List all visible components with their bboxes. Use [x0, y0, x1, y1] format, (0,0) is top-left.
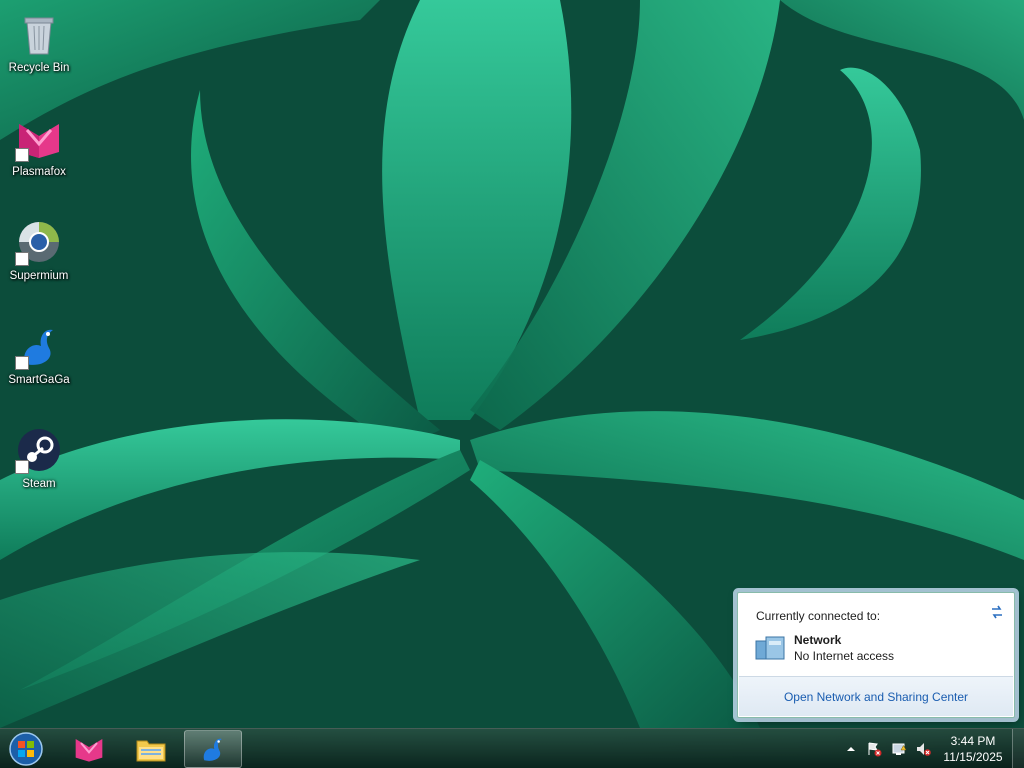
desktop-icon-recycle-bin[interactable]: Recycle Bin: [0, 4, 78, 100]
steam-icon: [15, 426, 63, 474]
network-status: No Internet access: [794, 649, 895, 663]
recycle-bin-icon: [15, 10, 63, 58]
system-clock[interactable]: 3:44 PM 11/15/2025: [933, 733, 1013, 765]
network-flyout: Currently connected to: Network No Inter…: [737, 592, 1015, 718]
file-explorer-icon: [136, 740, 166, 762]
supermium-icon: [15, 218, 63, 266]
network-icon[interactable]: [891, 741, 907, 757]
start-orb-icon: [9, 732, 43, 766]
plasmafox-icon: [75, 739, 103, 762]
desktop-icon-label: Recycle Bin: [8, 62, 70, 74]
clock-time: 3:44 PM: [950, 734, 996, 748]
open-network-sharing-center-link[interactable]: Open Network and Sharing Center: [784, 690, 968, 704]
taskbar-file-explorer[interactable]: [122, 730, 180, 768]
flyout-footer: Open Network and Sharing Center: [739, 676, 1013, 716]
desktop-icon-plasmafox[interactable]: Plasmafox: [0, 108, 78, 204]
start-button[interactable]: [7, 731, 45, 767]
desktop-icon-supermium[interactable]: Supermium: [0, 212, 78, 308]
desktop-icon-label: Steam: [22, 478, 56, 490]
taskbar-smartgaga[interactable]: [184, 730, 242, 768]
refresh-icon[interactable]: [988, 603, 1006, 621]
chevron-up-icon[interactable]: [843, 741, 859, 757]
taskbar: 3:44 PM 11/15/2025: [0, 728, 1024, 768]
smartgaga-icon: [203, 738, 222, 761]
desktop-icon-steam[interactable]: Steam: [0, 420, 78, 516]
desktop-icon-label: Plasmafox: [12, 166, 66, 178]
desktop-icon-label: SmartGaGa: [8, 374, 70, 386]
plasmafox-icon: [15, 114, 63, 162]
shortcut-arrow-icon: [15, 460, 29, 474]
desktop-icon-smartgaga[interactable]: SmartGaGa: [0, 316, 78, 412]
desktop-icon-label: Supermium: [9, 270, 69, 282]
network-location-icon: [755, 636, 785, 660]
show-desktop-button[interactable]: [1012, 729, 1024, 768]
shortcut-arrow-icon: [15, 252, 29, 266]
volume-muted-icon[interactable]: [915, 741, 931, 757]
action-center-flag-icon[interactable]: [866, 741, 882, 757]
taskbar-plasmafox[interactable]: [60, 730, 118, 768]
connection-header: Currently connected to:: [756, 609, 881, 623]
network-name: Network: [794, 633, 842, 647]
smartgaga-icon: [15, 322, 63, 370]
shortcut-arrow-icon: [15, 356, 29, 370]
shortcut-arrow-icon: [15, 148, 29, 162]
clock-date: 11/15/2025: [943, 750, 1003, 764]
